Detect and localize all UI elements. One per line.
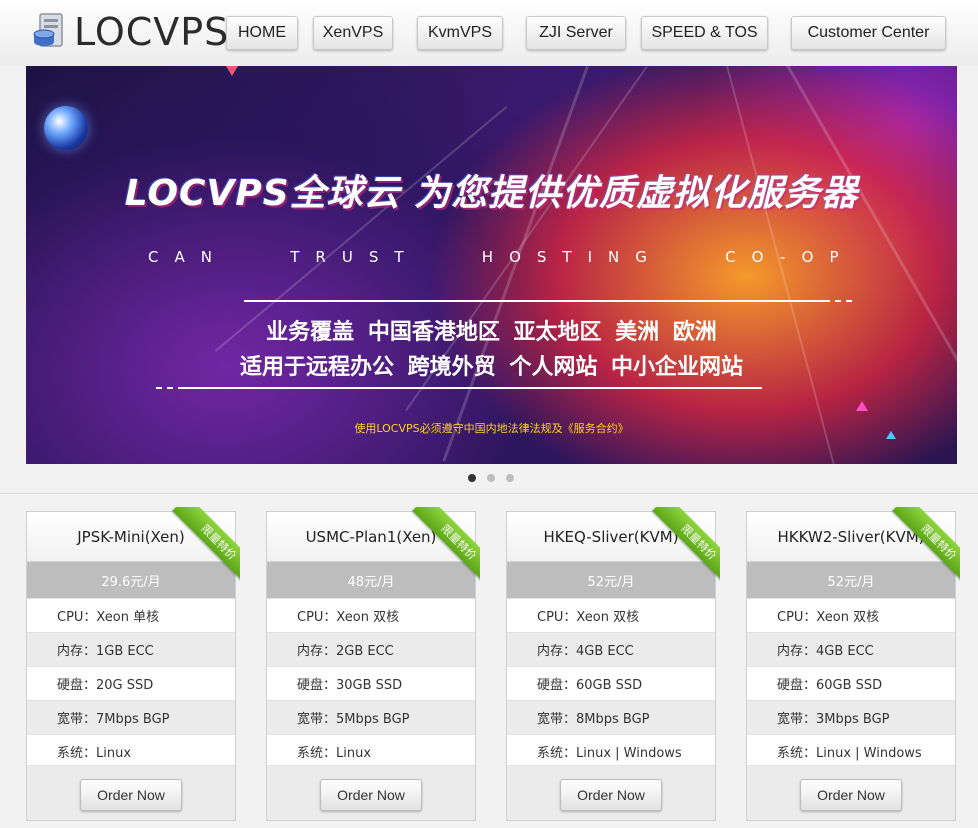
site-header: LOCVPS HOME XenVPS KvmVPS ZJI Server SPE… [0, 0, 978, 66]
promo-ribbon-label: 限量特价 [172, 507, 240, 585]
plan-card: JPSK-Mini(Xen) 29.6元/月 CPU：Xeon 单核 内存：1G… [26, 507, 240, 821]
nav-customer-center[interactable]: Customer Center [791, 16, 946, 50]
plan-spec-os: 系统：Linux | Windows [747, 734, 955, 768]
slider-dot-2[interactable] [487, 474, 495, 482]
plan-footer: Order Now [27, 765, 235, 820]
plan-spec-bandwidth: 宽带：7Mbps BGP [27, 700, 235, 734]
plan-spec-memory: 内存：4GB ECC [747, 632, 955, 666]
promo-ribbon: 限量特价 [882, 507, 960, 585]
banner-subtitle: CAN TRUST HOSTING CO-OP [148, 248, 855, 266]
plan-spec-cpu: CPU：Xeon 单核 [27, 598, 235, 632]
plan-spec-disk: 硬盘：30GB SSD [267, 666, 475, 700]
order-now-button[interactable]: Order Now [800, 779, 902, 811]
order-now-button[interactable]: Order Now [80, 779, 182, 811]
logo-text: LOCVPS [74, 10, 230, 54]
promo-ribbon-label: 限量特价 [892, 507, 960, 585]
banner-divider-top [244, 300, 824, 302]
plan-spec-cpu: CPU：Xeon 双核 [267, 598, 475, 632]
banner-divider-top-dash [824, 300, 852, 302]
banner-coverage-text: 业务覆盖 中国香港地区 亚太地区 美洲 欧洲 [266, 320, 717, 345]
promo-ribbon-label: 限量特价 [412, 507, 480, 585]
order-now-button[interactable]: Order Now [320, 779, 422, 811]
hero-banner[interactable]: LOCVPS全球云 为您提供优质虚拟化服务器 CAN TRUST HOSTING… [26, 66, 957, 464]
plan-spec-memory: 内存：1GB ECC [27, 632, 235, 666]
plan-spec-bandwidth: 宽带：8Mbps BGP [507, 700, 715, 734]
logo[interactable]: LOCVPS [32, 12, 229, 52]
section-divider [0, 493, 978, 494]
promo-ribbon: 限量特价 [162, 507, 240, 585]
plan-spec-os: 系统：Linux [27, 734, 235, 768]
promo-ribbon: 限量特价 [642, 507, 720, 585]
plan-spec-disk: 硬盘：60GB SSD [507, 666, 715, 700]
nav-home[interactable]: HOME [226, 16, 298, 50]
slider-dots [468, 474, 514, 482]
plan-card: HKKW2-Sliver(KVM) 52元/月 CPU：Xeon 双核 内存：4… [746, 507, 960, 821]
plan-spec-disk: 硬盘：20G SSD [27, 666, 235, 700]
plan-spec-cpu: CPU：Xeon 双核 [747, 598, 955, 632]
plan-spec-memory: 内存：4GB ECC [507, 632, 715, 666]
plan-card: USMC-Plan1(Xen) 48元/月 CPU：Xeon 双核 内存：2GB… [266, 507, 480, 821]
nav-zji-server[interactable]: ZJI Server [526, 16, 626, 50]
plan-spec-bandwidth: 宽带：3Mbps BGP [747, 700, 955, 734]
plan-spec-disk: 硬盘：60GB SSD [747, 666, 955, 700]
promo-ribbon-label: 限量特价 [652, 507, 720, 585]
plan-footer: Order Now [507, 765, 715, 820]
plan-spec-os: 系统：Linux [267, 734, 475, 768]
banner-divider-bottom [182, 387, 762, 389]
nav-xenvps[interactable]: XenVPS [313, 16, 393, 50]
nav-kvmvps[interactable]: KvmVPS [417, 16, 503, 50]
banner-divider-bottom-dash [156, 387, 184, 389]
slider-dot-1[interactable] [468, 474, 476, 482]
order-now-button[interactable]: Order Now [560, 779, 662, 811]
server-logo-icon [33, 13, 63, 47]
plan-card: HKEQ-Sliver(KVM) 52元/月 CPU：Xeon 双核 内存：4G… [506, 507, 720, 821]
plan-spec-bandwidth: 宽带：5Mbps BGP [267, 700, 475, 734]
nav-speed-tos[interactable]: SPEED & TOS [641, 16, 768, 50]
plan-spec-os: 系统：Linux | Windows [507, 734, 715, 768]
promo-ribbon: 限量特价 [402, 507, 480, 585]
banner-title: LOCVPS全球云 为您提供优质虚拟化服务器 [124, 173, 859, 214]
plan-spec-memory: 内存：2GB ECC [267, 632, 475, 666]
banner-usage-text: 适用于远程办公 跨境外贸 个人网站 中小企业网站 [240, 355, 743, 380]
plan-spec-cpu: CPU：Xeon 双核 [507, 598, 715, 632]
globe-decoration [44, 106, 88, 150]
banner-legal-note[interactable]: 使用LOCVPS必须遵守中国内地法律法规及《服务合约》 [26, 420, 957, 436]
slider-dot-3[interactable] [506, 474, 514, 482]
plan-footer: Order Now [267, 765, 475, 820]
plan-footer: Order Now [747, 765, 955, 820]
